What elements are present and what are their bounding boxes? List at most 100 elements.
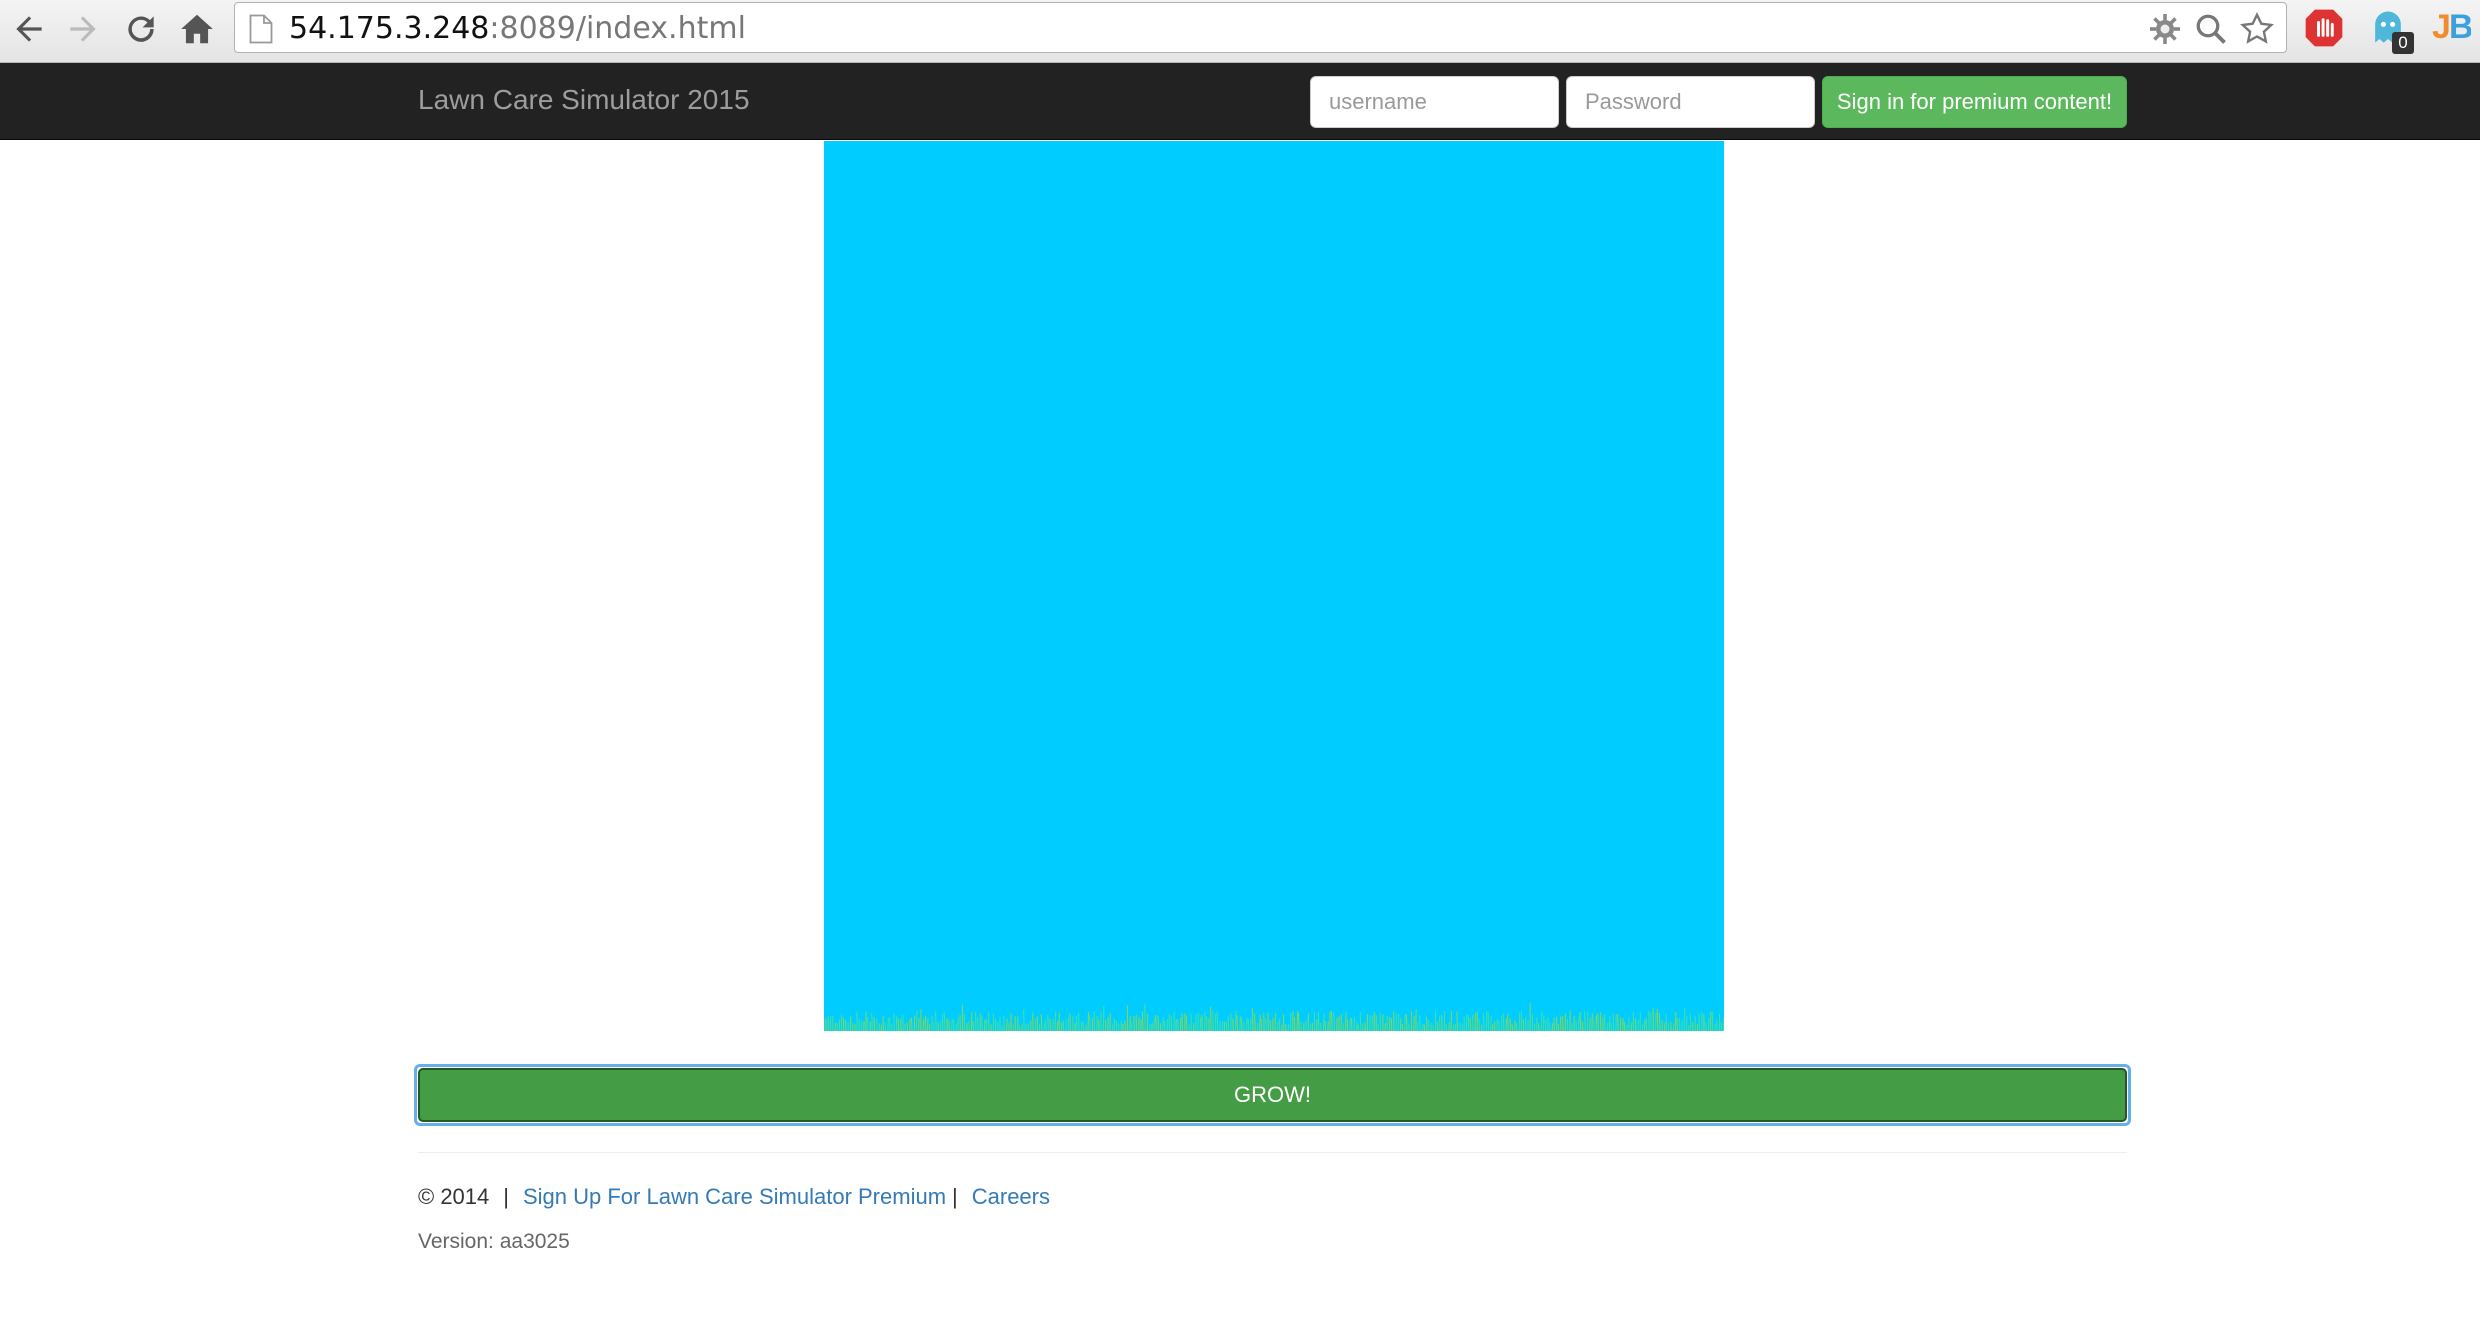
grass-blade <box>1645 1016 1648 1031</box>
grass-blade <box>884 1022 887 1031</box>
grass-blade <box>1236 1015 1239 1031</box>
grass-blade <box>1589 1018 1591 1031</box>
grass-blade <box>1330 1011 1333 1031</box>
grass-blade <box>1284 1023 1287 1031</box>
home-icon <box>181 14 213 44</box>
grass-blade <box>1227 1016 1230 1031</box>
grass-blade <box>1317 1012 1320 1031</box>
jb-extension-icon[interactable]: JB <box>2432 8 2473 47</box>
reload-button[interactable] <box>118 6 164 52</box>
grass-blade <box>1641 1023 1644 1031</box>
page-icon <box>249 14 273 44</box>
grass-blade <box>915 1010 918 1031</box>
grass-blade <box>1018 1024 1021 1031</box>
grass-blade <box>825 1018 827 1031</box>
grass-blade <box>1320 1022 1322 1031</box>
grass-blade <box>842 1017 845 1031</box>
grass-blade <box>887 1017 889 1031</box>
grass-blade <box>1408 1023 1410 1031</box>
grow-button[interactable]: GROW! <box>418 1068 2127 1122</box>
address-bar[interactable]: 54.175.3.248:8089/index.html <box>234 2 2287 53</box>
signin-button[interactable]: Sign in for premium content! <box>1822 76 2127 128</box>
grass-blade <box>1355 1021 1358 1031</box>
grass-blade <box>1438 1016 1441 1031</box>
grass-blade <box>1591 1013 1594 1031</box>
grass-blade <box>1077 1012 1080 1031</box>
grass-blade <box>1507 1013 1509 1031</box>
forward-arrow-icon <box>70 16 96 42</box>
adblock-hand-icon[interactable] <box>2302 6 2346 50</box>
grass-blade <box>1540 1011 1543 1031</box>
lawn-canvas[interactable] <box>824 141 1724 1031</box>
footer-separator: | <box>952 1184 958 1209</box>
grass-blade <box>934 1011 937 1031</box>
grass-blade <box>1245 1017 1248 1031</box>
grass-blade <box>926 1017 929 1031</box>
grass-blade <box>873 1016 876 1031</box>
grass-blade <box>1583 1011 1586 1031</box>
grass-blade <box>1138 1016 1140 1031</box>
grass-blade <box>1397 1013 1400 1031</box>
version-text: Version: aa3025 <box>418 1230 570 1253</box>
url-text[interactable]: 54.175.3.248:8089/index.html <box>289 11 746 46</box>
bookmark-star-icon[interactable] <box>2239 11 2275 47</box>
premium-signup-link[interactable]: Sign Up For Lawn Care Simulator Premium <box>523 1184 946 1209</box>
grass-blade <box>1006 1018 1008 1031</box>
username-input[interactable] <box>1310 76 1559 128</box>
grass-blade <box>1333 1012 1335 1031</box>
grass-blade <box>913 1015 916 1031</box>
grass-blade <box>1089 1015 1091 1031</box>
grass-blade <box>1689 1013 1692 1031</box>
grass-blade <box>1557 1024 1560 1031</box>
grass-blade <box>1300 1021 1302 1031</box>
grass-blade <box>834 1022 837 1031</box>
grass-blade <box>1087 1011 1090 1031</box>
grass-blade <box>1448 1022 1451 1031</box>
grass-blade <box>1251 1007 1254 1031</box>
grass-blade <box>1324 1020 1327 1031</box>
grass-blade <box>1405 1013 1408 1031</box>
grass-blade <box>1542 1015 1545 1031</box>
grass-blade <box>1379 1012 1382 1031</box>
grass-blade <box>1498 1020 1500 1031</box>
grass-blade <box>1421 1024 1424 1031</box>
grass-blade <box>1054 1011 1057 1031</box>
grass-blade <box>1122 1023 1124 1031</box>
grass-blade <box>981 1016 983 1031</box>
grass-blade <box>948 1020 950 1031</box>
password-input[interactable] <box>1566 76 1815 128</box>
careers-link[interactable]: Careers <box>972 1184 1050 1209</box>
grass-blade <box>1212 1011 1214 1031</box>
grass-blade <box>1072 1016 1074 1031</box>
home-button[interactable] <box>174 6 220 52</box>
zoom-icon[interactable] <box>2193 11 2229 47</box>
grass-blade <box>836 1023 839 1031</box>
grass-blade <box>1622 1018 1624 1031</box>
settings-gear-icon[interactable] <box>2147 11 2183 47</box>
grass-blade <box>1672 1023 1675 1031</box>
grass-blade <box>1511 1023 1514 1031</box>
grass-blade <box>1336 1017 1338 1031</box>
grass-blade <box>1469 1018 1472 1031</box>
grass-blade <box>1419 1015 1421 1031</box>
grass-blade <box>897 1018 900 1031</box>
grass-blade <box>1062 1020 1065 1031</box>
grass-blade <box>1413 1015 1415 1031</box>
grass-blade <box>1253 1013 1256 1031</box>
grass-blade <box>1707 1017 1710 1031</box>
grass-blade <box>1663 1022 1666 1031</box>
back-button[interactable] <box>6 6 52 52</box>
grass-blade <box>1003 1016 1005 1031</box>
grass-blade <box>1445 1024 1448 1031</box>
grass-blade <box>1490 1015 1492 1031</box>
brand-title[interactable]: Lawn Care Simulator 2015 <box>418 84 750 116</box>
footer-separator: | <box>503 1184 509 1209</box>
grass-blade <box>1049 1018 1052 1031</box>
grass-blade <box>1612 1013 1615 1031</box>
grass-blade <box>1359 1011 1362 1031</box>
grass-blade <box>871 1013 873 1031</box>
forward-button[interactable] <box>60 6 106 52</box>
grass-blade <box>910 1017 913 1031</box>
grass-blade <box>1129 1016 1131 1031</box>
grass-blade <box>1141 1011 1144 1031</box>
